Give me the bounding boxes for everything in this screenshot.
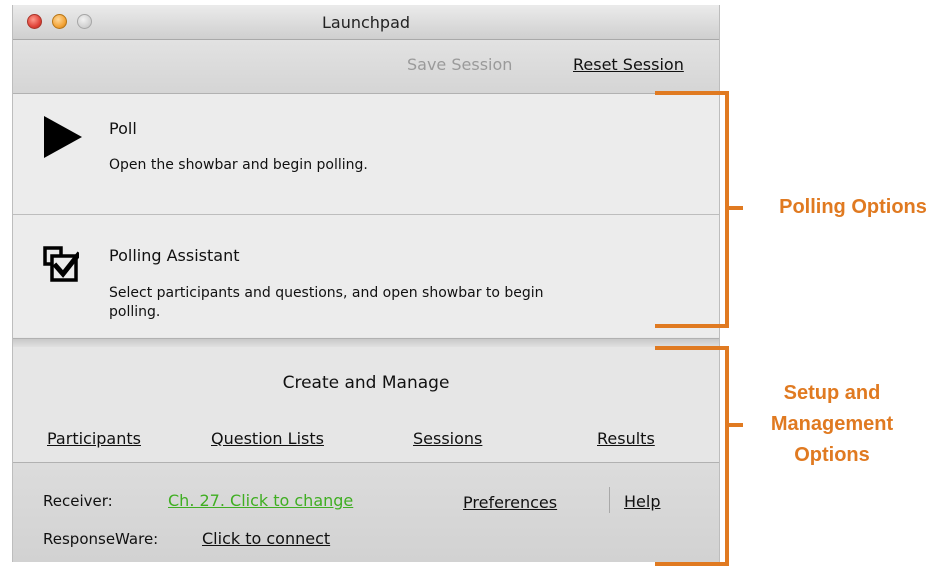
participants-link[interactable]: Participants	[47, 429, 141, 448]
receiver-label: Receiver:	[43, 492, 113, 510]
toolbar: Save Session Reset Session	[13, 40, 719, 94]
poll-title: Poll	[109, 119, 137, 138]
setup-options-label-line2: Management	[770, 413, 894, 435]
polling-assistant-option[interactable]: Polling Assistant Select participants an…	[13, 215, 719, 337]
reset-session-button[interactable]: Reset Session	[573, 55, 684, 74]
polling-assistant-title: Polling Assistant	[109, 246, 240, 265]
polling-options-label: Polling Options	[779, 196, 927, 218]
polling-options-bracket	[655, 91, 729, 328]
polling-options-tick	[729, 206, 743, 210]
sessions-link[interactable]: Sessions	[413, 429, 482, 448]
setup-options-label-line3: Options	[794, 444, 870, 466]
status-footer: Receiver: Ch. 27. Click to change Prefer…	[13, 463, 719, 562]
polling-assistant-icon	[43, 246, 79, 282]
footer-divider	[609, 487, 610, 513]
window-title: Launchpad	[321, 13, 411, 32]
poll-option[interactable]: Poll Open the showbar and begin polling.	[13, 94, 719, 215]
preferences-link[interactable]: Preferences	[463, 493, 557, 512]
setup-options-bracket	[655, 346, 729, 566]
launchpad-window: Launchpad Save Session Reset Session Pol…	[12, 5, 720, 562]
question-lists-link[interactable]: Question Lists	[211, 429, 324, 448]
save-session-button[interactable]: Save Session	[407, 55, 512, 74]
play-icon	[44, 116, 82, 158]
poll-description: Open the showbar and begin polling.	[109, 157, 368, 173]
responseware-connect-link[interactable]: Click to connect	[202, 529, 330, 548]
responseware-label: ResponseWare:	[43, 530, 159, 548]
setup-options-tick	[729, 423, 743, 427]
create-manage-heading: Create and Manage	[282, 373, 450, 393]
polling-assistant-description-line1: Select participants and questions, and o…	[109, 285, 544, 301]
create-manage-section: Create and Manage Participants Question …	[13, 347, 719, 463]
results-link[interactable]: Results	[597, 429, 655, 448]
title-bar[interactable]: Launchpad	[13, 5, 719, 40]
polling-assistant-description-line2: polling.	[109, 304, 161, 320]
setup-options-label-line1: Setup and	[783, 382, 881, 404]
receiver-channel-link[interactable]: Ch. 27. Click to change	[168, 491, 353, 510]
